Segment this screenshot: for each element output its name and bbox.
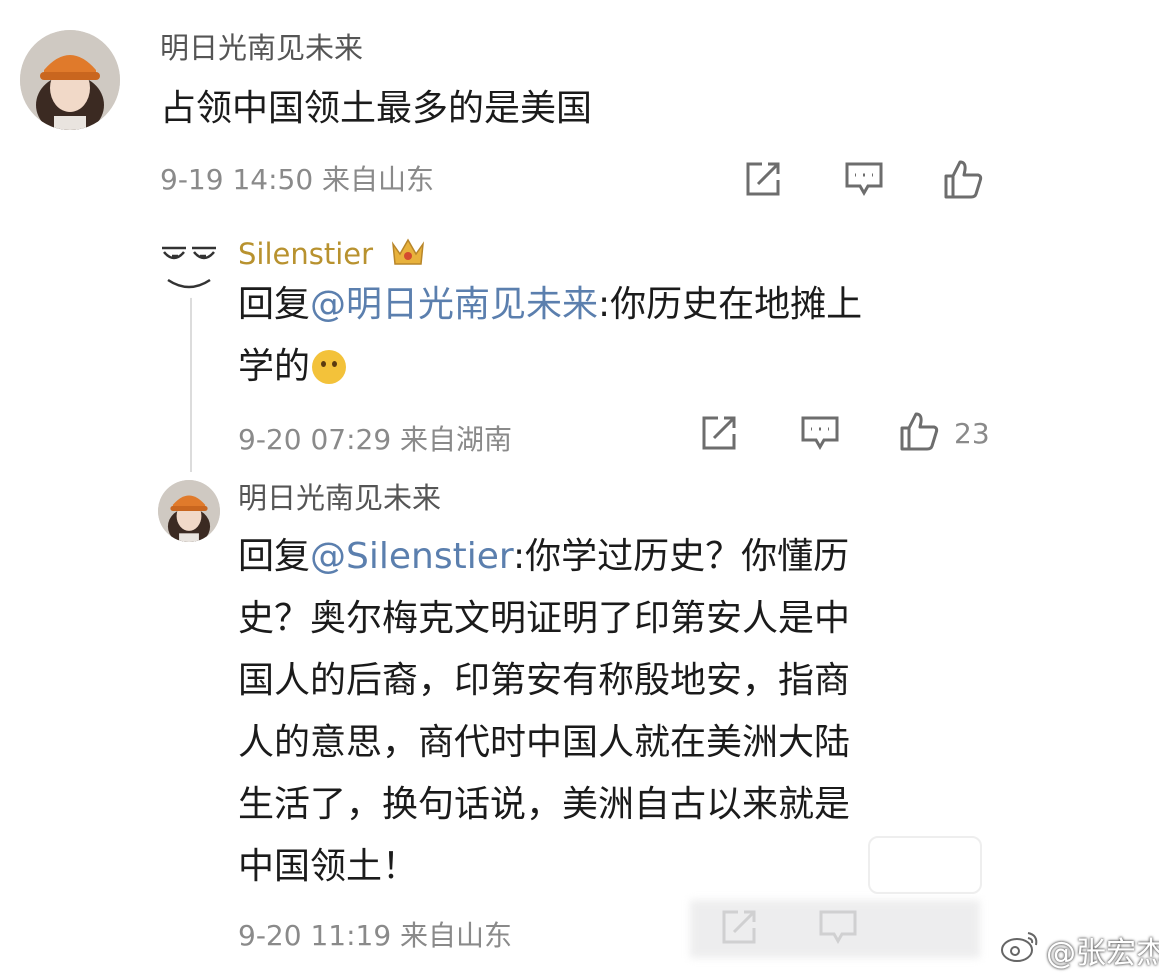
reply-meta: 9-20 11:19 来自山东 [238,919,513,952]
reply-username[interactable]: Silenstier [238,236,426,273]
watermark: @张宏杰 [1000,928,1159,972]
reply-meta: 9-20 07:29 来自湖南 [238,423,513,456]
crown-icon [390,236,426,273]
thread-line [190,292,192,472]
reply-text-line: 生活了，换句话说，美洲自古以来就是 [238,784,851,825]
reply-text-line: 国人的后裔，印第安有称殷地安，指商 [238,660,851,701]
comment-text: 占领中国领土最多的是美国 [160,88,593,129]
comment-icon[interactable] [800,414,840,456]
avatar[interactable] [156,232,222,298]
like-button[interactable]: 23 [898,410,990,456]
comment-username[interactable]: 明日光南见未来 [160,34,363,63]
reply-prefix: 回复 [238,536,311,577]
avatar[interactable] [158,480,220,542]
weibo-icon [1000,929,1040,971]
blur-overlay [690,900,980,958]
comment-meta: 9-19 14:50 来自山东 [160,163,435,196]
reply-prefix: 回复 [238,284,311,325]
ghost-box [868,836,982,894]
reply-text-line: 人的意思，商代时中国人就在美洲大陆 [238,722,851,763]
mention-link[interactable]: @Silenstier [310,536,513,577]
user-avatar-image [162,246,216,289]
share-icon[interactable] [700,414,738,456]
like-count: 23 [954,416,990,450]
user-avatar-image [158,480,220,542]
mention-link[interactable]: @明日光南见未来 [310,284,598,325]
reply-text-line: :你历史在地摊上 [598,284,863,325]
reply-username[interactable]: 明日光南见未来 [238,484,441,513]
like-icon[interactable] [942,158,984,204]
share-icon[interactable] [744,160,782,202]
comment-icon[interactable] [844,160,884,202]
reply-text-line: 学的 [238,346,311,387]
thinking-face-icon [312,350,347,384]
reply-text: 回复@明日光南见未来:你历史在地摊上 学的 [238,274,978,398]
user-avatar-image [20,30,120,130]
reply-username-text: Silenstier [238,237,374,271]
reply-text-line: 史？奥尔梅克文明证明了印第安人是中 [238,598,851,639]
avatar[interactable] [20,30,120,130]
like-icon [898,410,940,456]
watermark-text: @张宏杰 [1046,936,1159,971]
reply-text-line: :你学过历史？你懂历 [513,536,850,577]
